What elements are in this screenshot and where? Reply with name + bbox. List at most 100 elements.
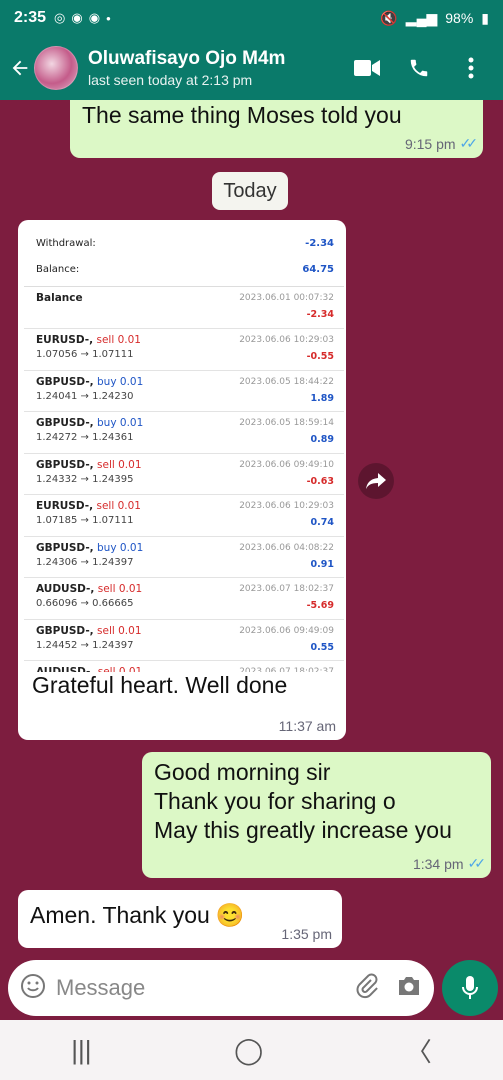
trade-prices: 1.24272 → 1.24361 [36,432,134,443]
message-meta: 1:34 pm ✓✓ [412,855,486,872]
message-incoming[interactable]: Amen. Thank you 😊 1:35 pm [18,890,342,948]
trade-prices: 1.24332 → 1.24395 [36,473,134,485]
mute-icon: 🔇 [380,9,398,26]
trade-pl: 0.89 [310,434,334,445]
camera-icon[interactable] [396,975,422,1002]
trade-row: EURUSD-, sell 0.01 1.07185 → 1.07111 2023.… [24,494,344,536]
trade-row: GBPUSD-, buy 0.01 1.24041 → 1.24230 2023.0… [24,369,344,412]
trade-pl: 0.74 [310,517,334,528]
trade-row: GBPUSD-, buy 0.01 1.24306 → 1.24397 2023.0… [24,535,344,578]
balance-summary-row: Balance: 64.75 [24,256,344,282]
status-bar: 2:35 ◎ ◉ ◉ • 🔇 ▂▄▆ 98% ▮ [0,0,503,36]
chat-area[interactable]: The same thing Moses told you 9:15 pm ✓✓… [0,100,503,960]
message-text: The same thing Moses told you [82,102,402,128]
message-line: May this greatly increase you [154,817,452,843]
trade-row: AUDUSD-, sell 0.01 0.66096 → 0.66665 2023.… [24,577,344,619]
message-meta: 9:15 pm ✓✓ [404,135,479,152]
read-ticks-icon: ✓✓ [459,135,479,151]
trade-symbol: GBPUSD-, [36,541,94,554]
trade-prices: 1.07185 → 1.07111 [36,515,134,526]
trade-row: GBPUSD-, buy 0.01 1.24272 → 1.24361 2023.0… [24,411,344,453]
trade-history-screenshot[interactable]: Withdrawal: -2.34 Balance: 64.75 Balance… [24,226,344,672]
trade-symbol: EURUSD-, [36,334,94,346]
home-icon[interactable]: ◯ [234,1035,263,1066]
trade-date: 2023.06.06 10:29:03 [239,335,334,345]
message-text: Amen. Thank you [30,902,210,928]
trade-action: sell 0.01 [96,334,141,346]
trade-symbol: GBPUSD-, [36,375,94,388]
trade-prices: 1.24306 → 1.24397 [36,556,134,568]
trade-list: EURUSD-, sell 0.01 1.07056 → 1.07111 2023.… [24,328,344,672]
emoji-icon[interactable] [20,973,46,1004]
trade-symbol: EURUSD-, [36,500,94,512]
back-nav-icon[interactable]: 〈 [406,1032,432,1069]
trade-row: AUDUSD-, sell 0.01 2023.06.07 18:02:37 [24,660,344,672]
forward-icon[interactable] [358,463,394,499]
message-meta: 11:37 am [279,718,336,734]
withdrawal-label: Withdrawal: [36,237,96,249]
trade-action: buy 0.01 [97,417,144,429]
trade-action: buy 0.01 [97,541,144,554]
message-outgoing[interactable]: Good morning sir Thank you for sharing o… [142,752,491,878]
trade-symbol: GBPUSD-, [36,624,94,637]
withdrawal-value: -2.34 [305,237,334,249]
trade-prices: 1.07056 → 1.07111 [36,349,134,360]
withdrawal-row: Withdrawal: -2.34 [24,230,344,256]
trade-action: sell 0.01 [97,583,143,595]
message-line: Good morning sir [154,759,331,785]
message-time: 1:35 pm [281,926,332,942]
trade-action: buy 0.01 [97,375,144,388]
phone-icon[interactable] [393,46,445,90]
message-time: 9:15 pm [404,135,456,152]
trade-date: 2023.06.06 09:49:10 [239,459,334,470]
battery-icon: ▮ [481,9,489,26]
balance-row: Balance 2023.06.01 00:07:32 -2.34 [24,286,344,328]
video-call-icon[interactable] [341,46,393,90]
chrome-icon: ◉ [71,10,83,25]
balance-label: Balance: [36,263,80,275]
trade-action: sell 0.01 [97,624,142,637]
avatar[interactable] [34,46,78,90]
instagram-icon: ◎ [54,10,66,25]
system-nav-bar: ||| ◯ 〈 [0,1020,503,1080]
attach-icon[interactable] [356,973,378,1004]
contact-name: Oluwafisayo Ojo M4m [88,48,286,69]
trade-date: 2023.06.05 18:59:14 [239,418,334,428]
emoji-smile-icon: 😊 [215,902,245,928]
trade-pl: -0.63 [306,475,334,487]
trade-prices: 0.66096 → 0.66665 [36,598,134,609]
message-time: 1:34 pm [412,855,464,872]
trade-pl: 1.89 [310,392,334,404]
message-outgoing[interactable]: The same thing Moses told you 9:15 pm ✓✓ [70,100,483,158]
trade-symbol: AUDUSD-, [36,583,95,595]
last-seen: last seen today at 2:13 pm [88,72,253,88]
trade-prices: 1.24041 → 1.24230 [36,390,134,402]
balance-value: 64.75 [302,263,334,275]
trade-date: 2023.06.06 10:29:03 [239,501,334,511]
trade-pl: -0.55 [306,351,334,362]
recents-icon[interactable]: ||| [71,1035,91,1066]
trade-pl: 0.55 [310,641,334,653]
trade-date: 2023.06.06 04:08:22 [239,542,334,553]
balance-row-title: Balance [36,292,83,304]
balance-row-value: -2.34 [306,309,334,320]
trade-action: sell 0.01 [96,500,141,512]
status-notification-icons: ◎ ◉ ◉ • [54,10,111,26]
contact-info[interactable]: Oluwafisayo Ojo M4m last seen today at 2… [88,48,341,88]
trade-symbol: GBPUSD-, [36,458,94,471]
back-arrow-icon[interactable] [6,48,34,88]
trade-row: EURUSD-, sell 0.01 1.07056 → 1.07111 2023.… [24,328,344,370]
message-line: Thank you for sharing o [154,788,396,814]
trade-row: GBPUSD-, sell 0.01 1.24452 → 1.24397 2023.… [24,618,344,661]
more-icon[interactable] [445,46,497,90]
message-body: Amen. Thank you 😊 [30,896,330,929]
message-input[interactable] [56,975,356,1001]
mic-icon[interactable] [442,960,498,1016]
trade-pl: -5.69 [306,600,334,611]
battery-text: 98% [445,10,474,26]
chrome-icon-2: ◉ [88,10,101,25]
message-incoming-image[interactable]: Withdrawal: -2.34 Balance: 64.75 Balance… [18,220,346,740]
trade-prices: 1.24452 → 1.24397 [36,639,134,651]
trade-date: 2023.06.05 18:44:22 [239,376,334,387]
message-meta: 1:35 pm [281,926,332,942]
